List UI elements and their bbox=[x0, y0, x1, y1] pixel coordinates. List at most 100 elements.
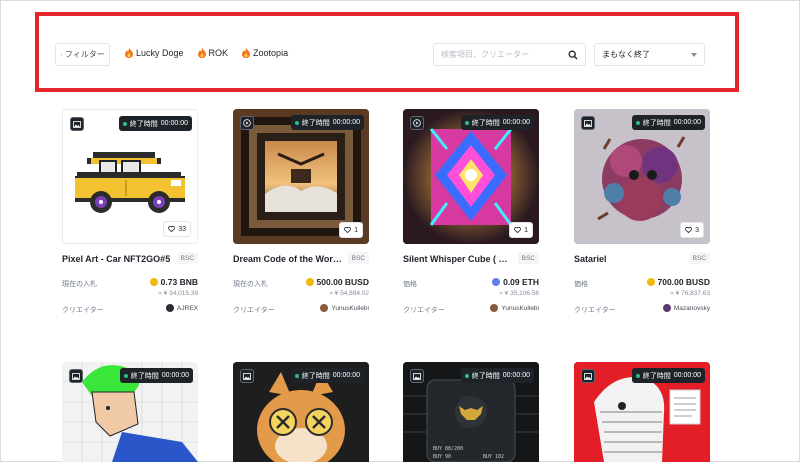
creator-link[interactable]: YunusKullebi bbox=[320, 304, 369, 312]
live-dot-icon bbox=[635, 120, 640, 125]
like-button[interactable]: 3 bbox=[680, 222, 704, 238]
live-dot-icon bbox=[294, 373, 299, 378]
price-value: 0.73 BNB bbox=[149, 277, 198, 287]
play-icon bbox=[243, 119, 251, 127]
nft-name[interactable]: Satariel bbox=[574, 254, 684, 264]
image-type-badge bbox=[581, 116, 595, 130]
video-type-badge bbox=[410, 116, 424, 130]
image-type-badge bbox=[581, 369, 595, 383]
like-count: 1 bbox=[354, 226, 358, 234]
image-type-badge bbox=[410, 369, 424, 383]
nft-image[interactable]: 終了時間 00:00:00 3 bbox=[574, 109, 710, 244]
creator-link[interactable]: Mazanovsky bbox=[662, 304, 710, 312]
creator-link[interactable]: AJREX bbox=[166, 304, 198, 312]
avatar bbox=[166, 304, 175, 312]
end-timer: 終了時間 00:00:00 bbox=[460, 368, 534, 383]
avatar bbox=[662, 304, 671, 312]
end-timer: 終了時間 00:00:00 bbox=[119, 368, 193, 383]
timer-value: 00:00:00 bbox=[332, 119, 360, 126]
creator-name: Mazanovsky bbox=[673, 304, 710, 312]
like-count: 3 bbox=[695, 226, 699, 234]
price-label: 現在の入札 bbox=[233, 281, 268, 288]
heart-icon bbox=[685, 227, 693, 233]
price-value: 700.00 BUSD bbox=[646, 277, 710, 287]
image-type-badge bbox=[70, 117, 84, 131]
price-label: 価格 bbox=[403, 281, 417, 288]
timer-value: 00:00:00 bbox=[332, 372, 360, 379]
heart-icon bbox=[344, 227, 352, 233]
timer-value: 00:00:00 bbox=[673, 119, 701, 126]
live-dot-icon bbox=[122, 121, 127, 126]
nft-card[interactable]: 終了時間 00:00:00 bbox=[574, 362, 710, 462]
end-timer: 終了時間 00:00:00 bbox=[290, 115, 364, 130]
art-text: BUY 88/200 bbox=[433, 446, 463, 452]
nft-card[interactable]: 終了時間 00:00:00 1 Silent Whisper Cube ( Pi… bbox=[403, 109, 539, 314]
timer-value: 00:00:00 bbox=[502, 119, 530, 126]
live-dot-icon bbox=[464, 120, 469, 125]
image-icon bbox=[413, 372, 421, 380]
nft-image[interactable]: 終了時間 00:00:00 bbox=[62, 362, 198, 462]
price-label: 現在の入札 bbox=[62, 281, 97, 288]
bnb-coin-icon bbox=[149, 278, 158, 286]
image-icon bbox=[72, 372, 80, 380]
price-amount: 500.00 BUSD bbox=[316, 277, 369, 287]
nft-image[interactable]: 終了時間 00:00:00 33 bbox=[62, 109, 198, 244]
eth-coin-icon bbox=[492, 278, 501, 286]
like-button[interactable]: 1 bbox=[339, 222, 363, 238]
timer-value: 00:00:00 bbox=[502, 372, 530, 379]
like-count: 33 bbox=[178, 225, 186, 233]
live-dot-icon bbox=[464, 373, 469, 378]
price-amount: 0.73 BNB bbox=[160, 277, 198, 287]
nft-image[interactable]: 終了時間 00:00:00 bbox=[233, 362, 369, 462]
nft-card[interactable]: 終了時間 00:00:00 bbox=[233, 362, 369, 462]
nft-name[interactable]: Dream Code of the World ... bbox=[233, 254, 343, 264]
timer-label: 終了時間 bbox=[471, 372, 500, 380]
end-timer: 終了時間 00:00:00 bbox=[290, 368, 364, 383]
live-dot-icon bbox=[294, 120, 299, 125]
nft-image[interactable]: 終了時間 00:00:00 bbox=[574, 362, 710, 462]
art-text: BUY 102 bbox=[483, 454, 504, 460]
creator-label: クリエイター bbox=[574, 307, 616, 314]
art-text: BUY 90 bbox=[433, 454, 451, 460]
end-timer: 終了時間 00:00:00 bbox=[631, 115, 705, 130]
image-icon bbox=[584, 119, 592, 127]
heart-icon bbox=[168, 226, 176, 232]
creator-link[interactable]: YunusKullebi bbox=[490, 304, 539, 312]
end-timer: 終了時間 00:00:00 bbox=[118, 116, 192, 131]
price-value: 0.09 ETH bbox=[492, 277, 539, 287]
nft-name[interactable]: Silent Whisper Cube ( Pie... bbox=[403, 254, 513, 264]
timer-label: 終了時間 bbox=[129, 120, 158, 128]
nft-card[interactable]: 終了時間 00:00:00 bbox=[62, 362, 198, 462]
fiat-price: ≈ ¥ 35,106.56 bbox=[499, 290, 539, 297]
creator-label: クリエイター bbox=[403, 307, 445, 314]
nft-card[interactable]: 終了時間 00:00:00 1 Dream Code of the World … bbox=[233, 109, 369, 314]
chain-badge: BSC bbox=[517, 252, 539, 264]
nft-image[interactable]: BUY 88/200 BUY 90 BUY 102 終了時間 00:00:00 bbox=[403, 362, 539, 462]
timer-value: 00:00:00 bbox=[161, 372, 189, 379]
like-button[interactable]: 1 bbox=[509, 222, 533, 238]
nft-image[interactable]: 終了時間 00:00:00 1 bbox=[403, 109, 539, 244]
chain-badge: BSC bbox=[176, 252, 198, 264]
creator-name: YunusKullebi bbox=[331, 304, 369, 312]
price-label: 価格 bbox=[574, 281, 588, 288]
creator-name: YunusKullebi bbox=[501, 304, 539, 312]
timer-value: 00:00:00 bbox=[160, 120, 188, 127]
creator-label: クリエイター bbox=[233, 307, 275, 314]
timer-label: 終了時間 bbox=[301, 119, 330, 127]
timer-label: 終了時間 bbox=[301, 372, 330, 380]
nft-card[interactable]: BUY 88/200 BUY 90 BUY 102 終了時間 00:00:00 bbox=[403, 362, 539, 462]
timer-value: 00:00:00 bbox=[673, 372, 701, 379]
live-dot-icon bbox=[123, 373, 128, 378]
avatar bbox=[320, 304, 329, 312]
nft-name[interactable]: Pixel Art - Car NFT2GO#5 bbox=[62, 254, 172, 264]
avatar bbox=[490, 304, 499, 312]
creator-label: クリエイター bbox=[62, 307, 104, 314]
nft-image[interactable]: 終了時間 00:00:00 1 bbox=[233, 109, 369, 244]
chain-badge: BSC bbox=[688, 252, 710, 264]
busd-coin-icon bbox=[646, 278, 655, 286]
like-button[interactable]: 33 bbox=[163, 221, 191, 237]
price-amount: 0.09 ETH bbox=[503, 277, 539, 287]
creator-name: AJREX bbox=[177, 304, 198, 312]
nft-card[interactable]: 終了時間 00:00:00 33 Pixel Art - Car NFT2GO#… bbox=[62, 109, 198, 314]
nft-card[interactable]: 終了時間 00:00:00 3 Satariel BSC 価格 700.00 B… bbox=[574, 109, 710, 314]
